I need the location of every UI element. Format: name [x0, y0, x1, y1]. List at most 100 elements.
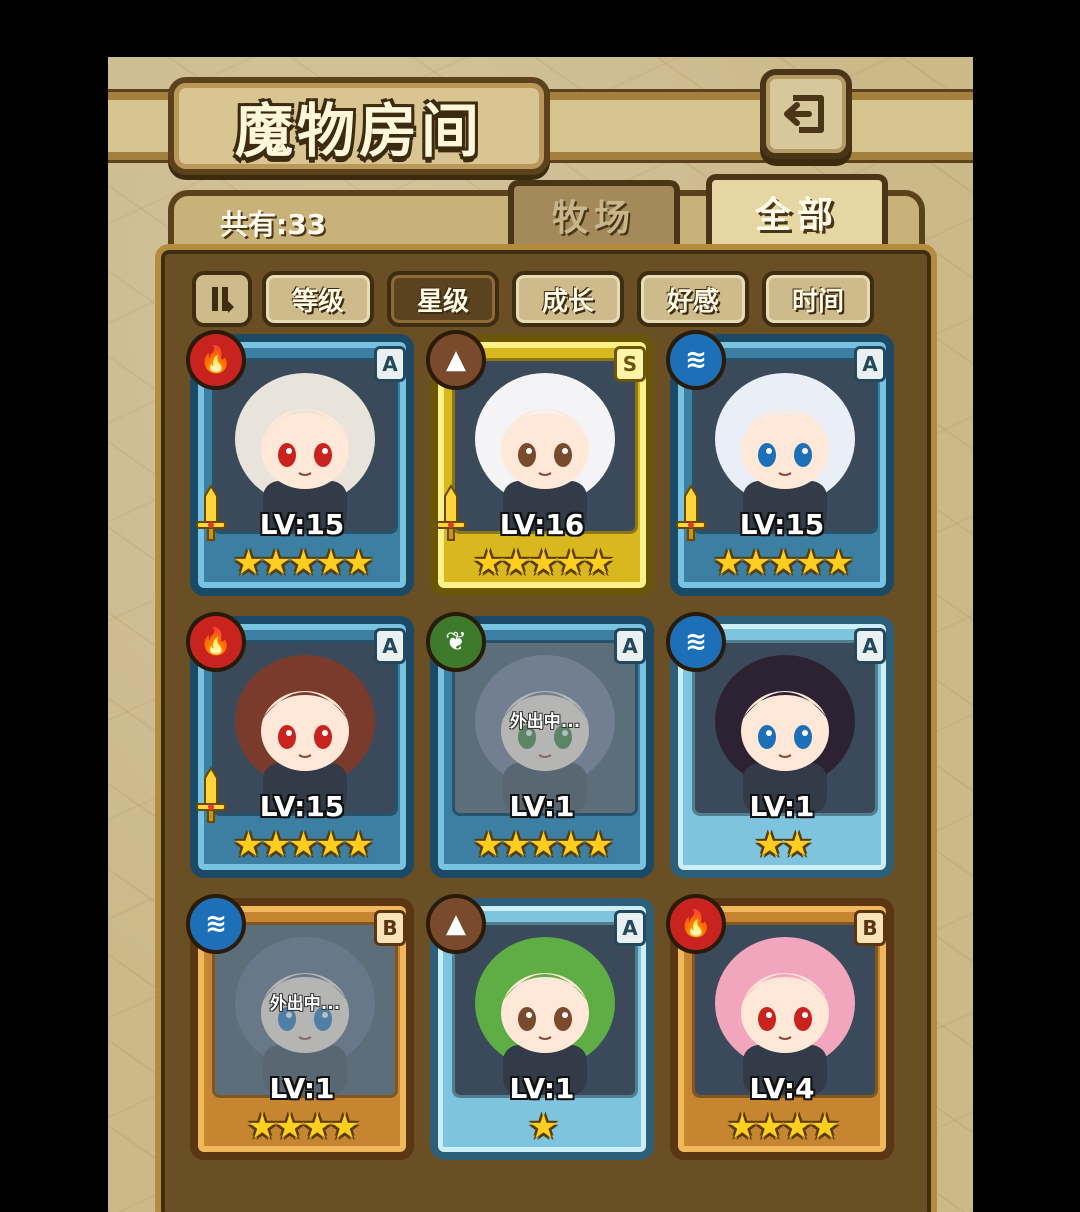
sword-icon	[436, 484, 466, 541]
star-rating: ★★★★★	[190, 828, 414, 862]
monster-level: LV:1	[509, 790, 575, 823]
monster-level: LV:1	[509, 1072, 575, 1105]
rank-badge: A	[854, 346, 886, 382]
rank-badge: A	[854, 628, 886, 664]
star-icon: ★	[768, 543, 799, 583]
sort-by-affection-button[interactable]: 好感	[637, 271, 749, 327]
star-icon: ★	[233, 543, 264, 583]
sort-by-time-label: 时间	[791, 286, 844, 317]
sort-by-growth-button[interactable]: 成长	[512, 271, 624, 327]
star-icon: ★	[288, 825, 319, 865]
monster-grid: LV:15 ★★★★★ 🔥 A LV:16 ★★★★★ ▲ S LV:15 ★★★★★ ≋ A LV:1…	[186, 330, 896, 1194]
sort-order-icon	[212, 287, 234, 313]
star-icon: ★	[302, 1107, 333, 1147]
star-icon: ★	[274, 1107, 306, 1147]
star-rating: ★★★★★	[190, 546, 414, 580]
sort-by-time-button[interactable]: 时间	[762, 271, 874, 327]
star-icon: ★	[583, 825, 614, 865]
back-button[interactable]	[760, 69, 852, 159]
tab-pasture[interactable]: 牧场	[508, 180, 680, 244]
star-icon: ★	[823, 543, 854, 583]
water-element-icon: ≋	[666, 612, 726, 672]
title-plate: 魔物房间	[168, 77, 550, 175]
star-rating: ★	[430, 1110, 654, 1144]
away-status: 外出中...	[269, 994, 341, 1014]
star-icon: ★	[740, 543, 772, 583]
fire-element-icon: 🔥	[666, 894, 726, 954]
monster-card[interactable]: LV:15 ★★★★★ 🔥 A	[186, 330, 414, 596]
star-icon: ★	[500, 825, 532, 865]
tab-all[interactable]: 全部	[706, 174, 888, 244]
star-rating: ★★★★★	[670, 546, 894, 580]
star-rating: ★★★★	[190, 1110, 414, 1144]
sort-by-level-label: 等级	[291, 286, 344, 317]
star-icon: ★	[247, 1107, 278, 1147]
star-icon: ★	[500, 543, 532, 583]
star-icon: ★	[795, 543, 827, 583]
star-icon: ★	[754, 1107, 786, 1147]
earth-element-icon: ▲	[426, 330, 486, 390]
star-rating: ★★★★★	[430, 828, 654, 862]
star-icon: ★	[315, 543, 347, 583]
sword-icon	[196, 484, 226, 541]
fire-element-icon: 🔥	[186, 612, 246, 672]
star-icon: ★	[343, 543, 374, 583]
monster-card[interactable]: LV:1 ★★ ≋ A	[666, 612, 894, 878]
star-icon: ★	[528, 825, 559, 865]
monster-card[interactable]: LV:15 ★★★★★ ≋ A	[666, 330, 894, 596]
sort-by-level-button[interactable]: 等级	[262, 271, 374, 327]
star-rating: ★★	[670, 828, 894, 862]
rank-badge: B	[854, 910, 886, 946]
sort-by-star-button[interactable]: 星级	[387, 271, 499, 327]
star-icon: ★	[583, 543, 614, 583]
star-icon: ★	[727, 1107, 758, 1147]
star-icon: ★	[713, 543, 744, 583]
star-icon: ★	[555, 825, 587, 865]
monster-card[interactable]: 外出中... LV:1 ★★★★ ≋ B	[186, 894, 414, 1160]
sort-by-star-label: 星级	[416, 286, 469, 317]
away-status: 外出中...	[509, 712, 581, 732]
star-icon: ★	[288, 543, 319, 583]
star-icon: ★	[782, 1107, 813, 1147]
monster-count: 共有:33	[220, 208, 327, 241]
water-element-icon: ≋	[186, 894, 246, 954]
fire-element-icon: 🔥	[186, 330, 246, 390]
star-icon: ★	[473, 825, 504, 865]
nature-element-icon: ❦	[426, 612, 486, 672]
sword-icon	[676, 484, 706, 541]
star-icon: ★	[473, 543, 504, 583]
monster-level: LV:4	[749, 1072, 815, 1105]
sort-order-toggle[interactable]	[192, 271, 252, 327]
star-icon: ★	[809, 1107, 840, 1147]
monster-card[interactable]: LV:1 ★ ▲ A	[426, 894, 654, 1160]
star-icon: ★	[233, 825, 264, 865]
star-icon: ★	[343, 825, 374, 865]
star-rating: ★★★★	[670, 1110, 894, 1144]
rank-badge: B	[374, 910, 406, 946]
star-icon: ★	[315, 825, 347, 865]
star-icon: ★	[260, 825, 292, 865]
star-icon: ★	[555, 543, 587, 583]
star-rating: ★★★★★	[430, 546, 654, 580]
star-icon: ★	[782, 825, 813, 865]
earth-element-icon: ▲	[426, 894, 486, 954]
rank-badge: A	[374, 346, 406, 382]
monster-level: LV:1	[269, 1072, 335, 1105]
monster-card[interactable]: LV:16 ★★★★★ ▲ S	[426, 330, 654, 596]
star-icon: ★	[528, 1107, 559, 1147]
rank-badge: A	[614, 628, 646, 664]
sort-by-growth-label: 成长	[541, 286, 594, 317]
page-title: 魔物房间	[234, 97, 483, 165]
back-arrow-icon	[784, 95, 824, 133]
tab-pasture-label: 牧场	[551, 198, 636, 239]
tab-all-label: 全部	[754, 195, 839, 236]
monster-card[interactable]: LV:4 ★★★★ 🔥 B	[666, 894, 894, 1160]
water-element-icon: ≋	[666, 330, 726, 390]
star-icon: ★	[329, 1107, 360, 1147]
monster-card[interactable]: 外出中... LV:1 ★★★★★ ❦ A	[426, 612, 654, 878]
star-icon: ★	[260, 543, 292, 583]
star-icon: ★	[528, 543, 559, 583]
star-icon: ★	[754, 825, 786, 865]
sword-icon	[196, 766, 226, 823]
monster-card[interactable]: LV:15 ★★★★★ 🔥 A	[186, 612, 414, 878]
